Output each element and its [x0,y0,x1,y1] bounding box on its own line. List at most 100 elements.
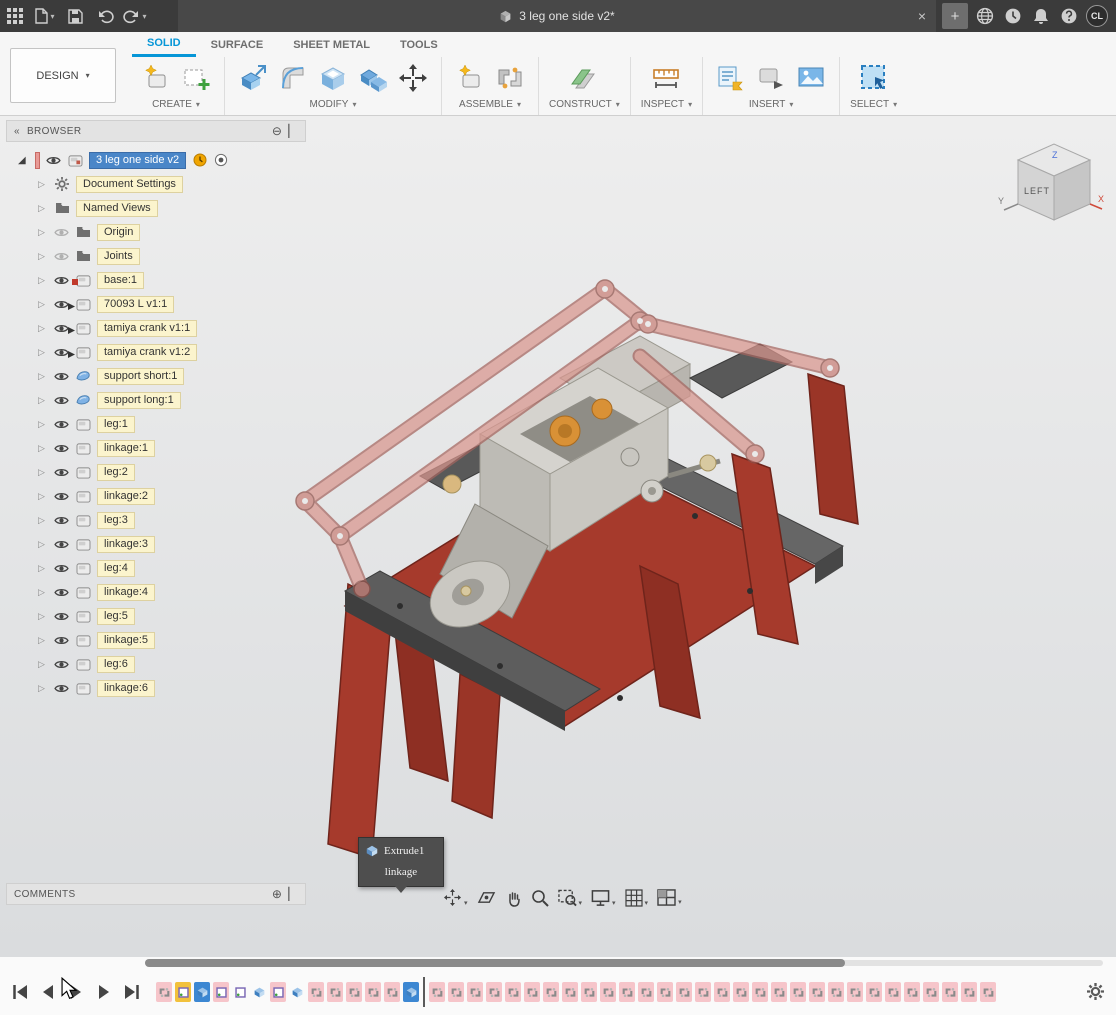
save-button[interactable] [60,0,90,32]
group-select-label[interactable]: SELECT [850,99,889,110]
browser-item-label[interactable]: leg:6 [97,656,135,673]
timeline-feature-joint-icon[interactable] [847,982,863,1002]
browser-item-label[interactable]: linkage:6 [97,680,155,697]
root-expand-icon[interactable]: ◢ [18,155,30,166]
timeline-feature-joint-icon[interactable] [384,982,400,1002]
view-cube[interactable]: LEFT Z X Y [994,134,1106,238]
browser-root-row[interactable]: ◢ 3 leg one side v2 [6,148,306,172]
timeline-feature-extrude-icon[interactable] [194,982,210,1002]
visibility-eye-icon[interactable] [53,491,69,502]
timeline-feature-extrude-icon[interactable] [289,982,305,1002]
visibility-eye-icon[interactable] [53,683,69,694]
app-grid-button[interactable] [0,0,30,32]
browser-row[interactable]: ▷leg:3 [6,508,306,532]
insert-decal-button[interactable] [753,59,789,97]
visibility-eye-icon[interactable] [53,419,69,430]
browser-item-label[interactable]: linkage:4 [97,584,155,601]
viewports-button[interactable]: ▾ [657,889,682,906]
visibility-eye-icon[interactable] [53,323,69,334]
browser-item-label[interactable]: linkage:5 [97,632,155,649]
tab-sheet-metal[interactable]: SHEET METAL [278,32,385,57]
timeline-feature-joint-icon[interactable] [695,982,711,1002]
scrollbar-handle[interactable] [145,959,845,967]
expand-arrow-icon[interactable]: ▷ [38,323,48,334]
expand-arrow-icon[interactable]: ▷ [38,419,48,430]
timeline-feature-joint-icon[interactable] [961,982,977,1002]
visibility-eye-icon[interactable] [53,467,69,478]
visibility-eye-icon[interactable] [53,611,69,622]
expand-arrow-icon[interactable]: ▷ [38,539,48,550]
tab-tools[interactable]: TOOLS [385,32,453,57]
timeline-feature-sketch-icon[interactable] [213,982,229,1002]
browser-item-label[interactable]: leg:5 [97,608,135,625]
timeline-feature-joint-icon[interactable] [581,982,597,1002]
timeline-feature-joint-icon[interactable] [619,982,635,1002]
browser-item-label[interactable]: tamiya crank v1:2 [97,344,197,361]
expand-arrow-icon[interactable]: ▷ [38,659,48,670]
browser-row[interactable]: ▷Named Views [6,196,306,220]
new-tab-button[interactable]: + [942,3,968,29]
visibility-eye-icon[interactable] [53,659,69,670]
timeline-feature-joint-icon[interactable] [866,982,882,1002]
expand-arrow-icon[interactable]: ▷ [38,227,48,238]
timeline-feature-joint-icon[interactable] [923,982,939,1002]
timeline-feature-joint-icon[interactable] [676,982,692,1002]
browser-row[interactable]: ▷70093 L v1:1 [6,292,306,316]
root-document-label[interactable]: 3 leg one side v2 [89,152,186,169]
visibility-eye-icon[interactable] [53,515,69,526]
browser-item-label[interactable]: support long:1 [97,392,181,409]
browser-row[interactable]: ▷Origin [6,220,306,244]
expand-arrow-icon[interactable]: ▷ [38,635,48,646]
document-tab[interactable]: 3 leg one side v2* × [178,0,936,32]
visibility-eye-icon[interactable] [53,635,69,646]
tab-surface[interactable]: SURFACE [196,32,279,57]
group-construct-label[interactable]: CONSTRUCT [549,99,612,110]
panel-handle-icon[interactable]: ▏ [288,124,298,138]
panel-handle-icon[interactable]: ▏ [288,887,298,901]
timeline-feature-joint-icon[interactable] [327,982,343,1002]
press-pull-button[interactable] [235,59,271,97]
look-at-button[interactable] [477,889,496,906]
grid-snaps-button[interactable]: ▾ [625,889,649,907]
browser-row[interactable]: ▷leg:2 [6,460,306,484]
pan-button[interactable] [505,889,522,907]
fillet-button[interactable] [275,59,311,97]
timeline-feature-joint-icon[interactable] [904,982,920,1002]
activate-radio-icon[interactable] [214,153,228,167]
timeline-feature-joint-icon[interactable] [809,982,825,1002]
new-component-button[interactable] [138,59,174,97]
minimize-panel-icon[interactable]: ⊖ [272,124,282,138]
browser-row[interactable]: ▷Document Settings [6,172,306,196]
online-status-button[interactable] [974,5,996,27]
go-to-start-button[interactable] [8,979,32,1005]
visibility-eye-icon[interactable] [53,299,69,310]
file-menu-button[interactable]: ▾ [30,0,60,32]
expand-arrow-icon[interactable]: ▷ [38,683,48,694]
browser-item-label[interactable]: Named Views [76,200,158,217]
timeline-feature-joint-icon[interactable] [828,982,844,1002]
browser-row[interactable]: ▷ leg:6 [6,652,306,676]
visibility-eye-icon[interactable] [53,563,69,574]
timeline-feature-joint-icon[interactable] [790,982,806,1002]
browser-item-label[interactable]: linkage:2 [97,488,155,505]
browser-row[interactable]: ▷linkage:4 [6,580,306,604]
measure-button[interactable] [648,59,684,97]
browser-item-label[interactable]: linkage:1 [97,440,155,457]
browser-row[interactable]: ▷linkage:3 [6,532,306,556]
browser-item-label[interactable]: tamiya crank v1:1 [97,320,197,337]
go-to-end-button[interactable] [120,979,144,1005]
browser-item-label[interactable]: leg:4 [97,560,135,577]
timeline-feature-joint-icon[interactable] [524,982,540,1002]
timeline-feature-joint-icon[interactable] [885,982,901,1002]
browser-item-label[interactable]: leg:2 [97,464,135,481]
timeline-feature-joint-icon[interactable] [486,982,502,1002]
comments-bar[interactable]: COMMENTS ⊕ ▏ [6,883,306,905]
combine-button[interactable] [355,59,391,97]
step-back-button[interactable] [36,979,60,1005]
expand-arrow-icon[interactable]: ▷ [38,491,48,502]
visibility-eye-icon[interactable] [53,587,69,598]
timeline-feature-joint-icon[interactable] [365,982,381,1002]
browser-header[interactable]: « BROWSER ⊖ ▏ [6,120,306,142]
browser-item-label[interactable]: Joints [97,248,140,265]
insert-canvas-button[interactable] [793,59,829,97]
